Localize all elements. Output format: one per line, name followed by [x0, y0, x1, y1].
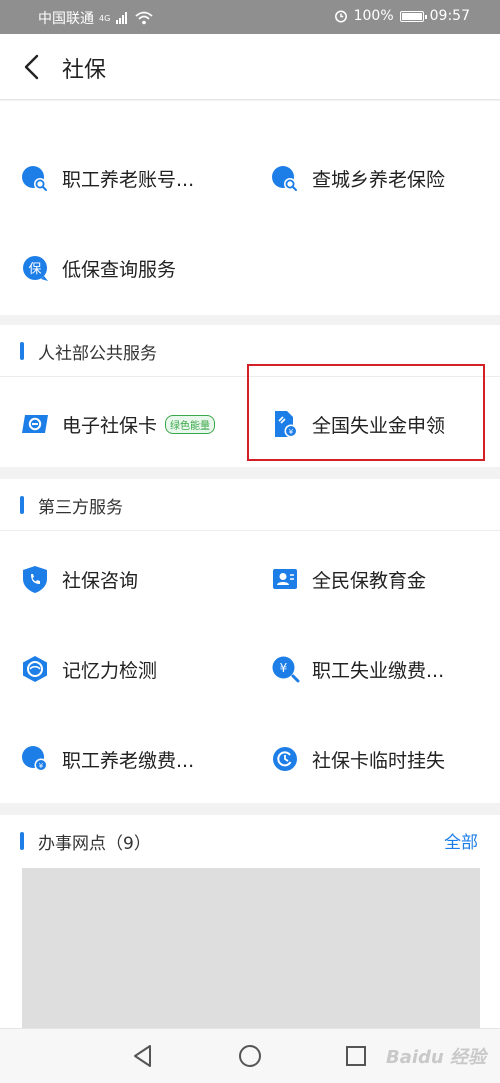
- section-header: 办事网点（9） 全部: [0, 815, 500, 867]
- subsistence-allowance-icon: 保: [23, 256, 48, 281]
- offices-map-placeholder[interactable]: [22, 868, 480, 1028]
- section-title: 第三方服务: [38, 498, 123, 518]
- highlight-annotation-box: [247, 364, 485, 461]
- carrier-name: 中国联通: [38, 11, 94, 27]
- pension-payment-icon: ¥: [22, 746, 48, 772]
- section-header: 第三方服务: [0, 479, 500, 531]
- service-label: 电子社保卡: [62, 414, 158, 437]
- recent-apps-square-icon[interactable]: [343, 1043, 369, 1069]
- service-label: 低保查询服务: [62, 258, 177, 281]
- education-fund-icon: [273, 569, 297, 589]
- card-report-loss-icon: [273, 747, 297, 771]
- home-circle-icon[interactable]: [237, 1043, 263, 1069]
- e-social-card-icon: [22, 415, 48, 433]
- memory-test-icon: [23, 656, 47, 682]
- service-item-rural-pension[interactable]: 查城乡养老保险: [270, 158, 445, 198]
- section-title: 人社部公共服务: [38, 344, 157, 364]
- wifi-icon: [135, 11, 153, 25]
- section-accent-bar: [20, 832, 24, 850]
- service-item-card-report-loss[interactable]: 社保卡临时挂失: [270, 739, 445, 779]
- back-triangle-icon[interactable]: [130, 1043, 156, 1069]
- service-item-memory-test[interactable]: 记忆力检测: [20, 649, 157, 689]
- section-title: 办事网点（9）: [38, 834, 151, 854]
- svg-text:¥: ¥: [280, 661, 288, 675]
- pension-search-icon: [272, 166, 297, 191]
- service-label: 职工养老缴费...: [62, 749, 195, 772]
- section-accent-bar: [20, 342, 24, 360]
- green-energy-badge: 绿色能量: [165, 414, 216, 434]
- battery-icon: [399, 10, 427, 22]
- battery-percent: 100%: [353, 8, 394, 24]
- social-insurance-services-card: 职工养老账号... 查城乡养老保险 保 低保查询服务: [0, 101, 500, 315]
- back-arrow-icon[interactable]: [20, 54, 44, 80]
- service-item-pension-account[interactable]: 职工养老账号...: [20, 158, 194, 198]
- shield-phone-icon: [23, 566, 47, 593]
- service-item-e-social-card[interactable]: 电子社保卡 绿色能量: [20, 404, 216, 444]
- service-label: 职工养老账号...: [62, 168, 195, 191]
- service-item-subsistence-allowance[interactable]: 保 低保查询服务: [20, 248, 176, 288]
- nav-bar: 社保: [0, 34, 500, 100]
- yen-search-icon: ¥: [272, 656, 300, 683]
- service-label: 全民保教育金: [312, 569, 427, 592]
- alarm-icon: [334, 10, 347, 23]
- pension-search-icon: [22, 166, 47, 191]
- system-navigation-bar: Baidu 经验: [0, 1028, 500, 1083]
- status-bar: 中国联通 4G 100% 09:57: [0, 0, 500, 34]
- service-label: 查城乡养老保险: [312, 168, 446, 191]
- svg-text:¥: ¥: [39, 762, 44, 770]
- service-item-consultation[interactable]: 社保咨询: [20, 559, 138, 599]
- svg-text:保: 保: [28, 262, 41, 277]
- service-item-education-fund[interactable]: 全民保教育金: [270, 559, 426, 599]
- service-label: 社保咨询: [62, 569, 139, 592]
- service-label: 职工失业缴费...: [312, 659, 445, 682]
- clock: 09:57: [429, 8, 470, 24]
- service-item-unemployment-payment[interactable]: ¥ 职工失业缴费...: [270, 649, 444, 689]
- service-label: 记忆力检测: [62, 659, 158, 682]
- section-accent-bar: [20, 496, 24, 514]
- service-label: 社保卡临时挂失: [312, 749, 446, 772]
- network-type: 4G: [99, 13, 111, 23]
- baidu-watermark: Baidu 经验: [385, 1047, 486, 1068]
- service-item-pension-payment[interactable]: ¥ 职工养老缴费...: [20, 739, 194, 779]
- page-title: 社保: [62, 58, 107, 83]
- signal-icon: [116, 12, 128, 24]
- view-all-link[interactable]: 全部: [444, 828, 478, 853]
- third-party-services-card: 第三方服务 社保咨询 全民保教育金 记忆力检测 ¥ 职工失业缴费... ¥ 职工…: [0, 479, 500, 803]
